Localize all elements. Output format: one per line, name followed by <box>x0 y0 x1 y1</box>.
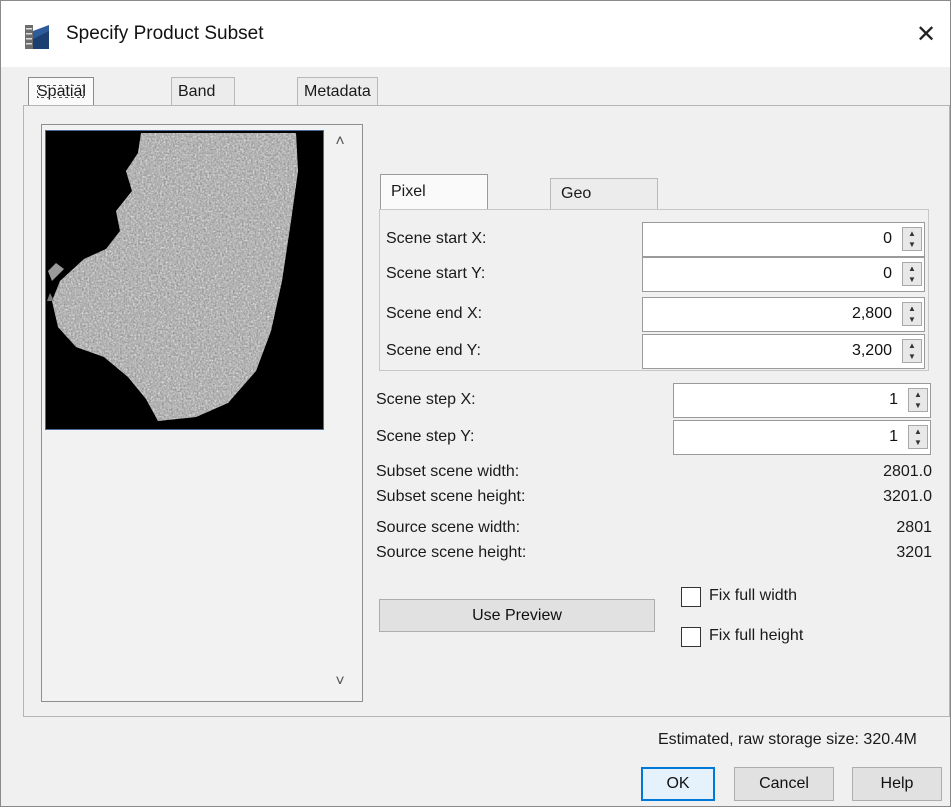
scene-end-y-input[interactable] <box>643 335 898 366</box>
subset-width-label: Subset scene width: <box>376 463 520 480</box>
spin-up-icon[interactable]: ▲ <box>909 389 927 400</box>
ok-button[interactable]: OK <box>641 767 715 801</box>
spin-down-icon[interactable]: ▼ <box>903 274 921 285</box>
tab-metadata-subset[interactable]: Metadata Subset <box>297 77 378 128</box>
help-button[interactable]: Help <box>852 767 942 801</box>
subset-preview-pane[interactable]: ˄ ˅ <box>41 124 363 702</box>
title-bar[interactable]: Specify Product Subset ✕ <box>1 1 950 67</box>
use-preview-button[interactable]: Use Preview <box>379 599 655 632</box>
island-image <box>46 131 323 429</box>
spin-up-icon[interactable]: ▲ <box>909 426 927 437</box>
spin-down-icon[interactable]: ▼ <box>909 437 927 448</box>
scene-step-y-spinner[interactable]: ▲ ▼ <box>908 425 928 449</box>
spin-up-icon[interactable]: ▲ <box>903 263 921 274</box>
tab-pixel-coordinates[interactable]: Pixel Coordinates <box>380 174 489 234</box>
source-height-label: Source scene height: <box>376 544 527 561</box>
scene-end-y-field[interactable]: ▲ ▼ <box>642 334 925 369</box>
storage-size-label: Estimated, raw storage size: 320.4M <box>658 731 917 748</box>
scene-step-y-label: Scene step Y: <box>376 428 475 445</box>
scene-start-x-label: Scene start X: <box>386 230 487 247</box>
spin-down-icon[interactable]: ▼ <box>903 351 921 362</box>
scene-step-x-spinner[interactable]: ▲ ▼ <box>908 388 928 412</box>
subset-height-label: Subset scene height: <box>376 488 526 505</box>
scene-start-x-field[interactable]: ▲ ▼ <box>642 222 925 257</box>
scene-step-x-label: Scene step X: <box>376 391 476 408</box>
cancel-button[interactable]: Cancel <box>734 767 834 801</box>
preview-thumbnail[interactable] <box>45 130 324 430</box>
scene-start-y-label: Scene start Y: <box>386 265 486 282</box>
fix-full-height-checkbox[interactable] <box>681 627 701 647</box>
spin-up-icon[interactable]: ▲ <box>903 303 921 314</box>
scene-end-y-label: Scene end Y: <box>386 342 481 359</box>
scene-start-y-input[interactable] <box>643 258 898 289</box>
spin-up-icon[interactable]: ▲ <box>903 228 921 239</box>
snap-app-icon <box>25 25 49 49</box>
tab-band-subset[interactable]: Band Subset <box>171 77 235 128</box>
scene-start-y-spinner[interactable]: ▲ ▼ <box>902 262 922 286</box>
scene-step-x-field[interactable]: ▲ ▼ <box>673 383 931 418</box>
scene-step-y-input[interactable] <box>674 421 904 452</box>
window-title: Specify Product Subset <box>66 23 264 44</box>
source-height-value: 3201 <box>896 544 932 561</box>
subset-width-value: 2801.0 <box>883 463 932 480</box>
scene-start-x-spinner[interactable]: ▲ ▼ <box>902 227 922 251</box>
scene-end-y-spinner[interactable]: ▲ ▼ <box>902 339 922 363</box>
fix-full-width-checkbox[interactable] <box>681 587 701 607</box>
scroll-down-icon[interactable]: ˅ <box>327 673 353 693</box>
scene-end-x-input[interactable] <box>643 298 898 329</box>
tab-geo-coordinates[interactable]: Geo Coordinates <box>550 178 659 232</box>
source-width-value: 2801 <box>896 519 932 536</box>
scene-step-x-input[interactable] <box>674 384 904 415</box>
subset-height-value: 3201.0 <box>883 488 932 505</box>
spin-down-icon[interactable]: ▼ <box>903 239 921 250</box>
scene-start-x-input[interactable] <box>643 223 898 254</box>
close-button[interactable]: ✕ <box>906 17 946 53</box>
scene-start-y-field[interactable]: ▲ ▼ <box>642 257 925 292</box>
spin-up-icon[interactable]: ▲ <box>903 340 921 351</box>
fix-full-width-label[interactable]: Fix full width <box>709 587 797 605</box>
scene-step-y-field[interactable]: ▲ ▼ <box>673 420 931 455</box>
dialog-window: Specify Product Subset ✕ Spatial Subset … <box>0 0 951 807</box>
close-icon: ✕ <box>915 21 937 48</box>
fix-full-height-label[interactable]: Fix full height <box>709 627 803 645</box>
scroll-up-icon[interactable]: ˄ <box>327 133 353 153</box>
tab-spatial-subset[interactable]: Spatial Subset <box>28 77 94 128</box>
scene-end-x-spinner[interactable]: ▲ ▼ <box>902 302 922 326</box>
scene-end-x-field[interactable]: ▲ ▼ <box>642 297 925 332</box>
scene-end-x-label: Scene end X: <box>386 305 483 322</box>
source-width-label: Source scene width: <box>376 519 521 536</box>
spin-down-icon[interactable]: ▼ <box>909 400 927 411</box>
spin-down-icon[interactable]: ▼ <box>903 314 921 325</box>
